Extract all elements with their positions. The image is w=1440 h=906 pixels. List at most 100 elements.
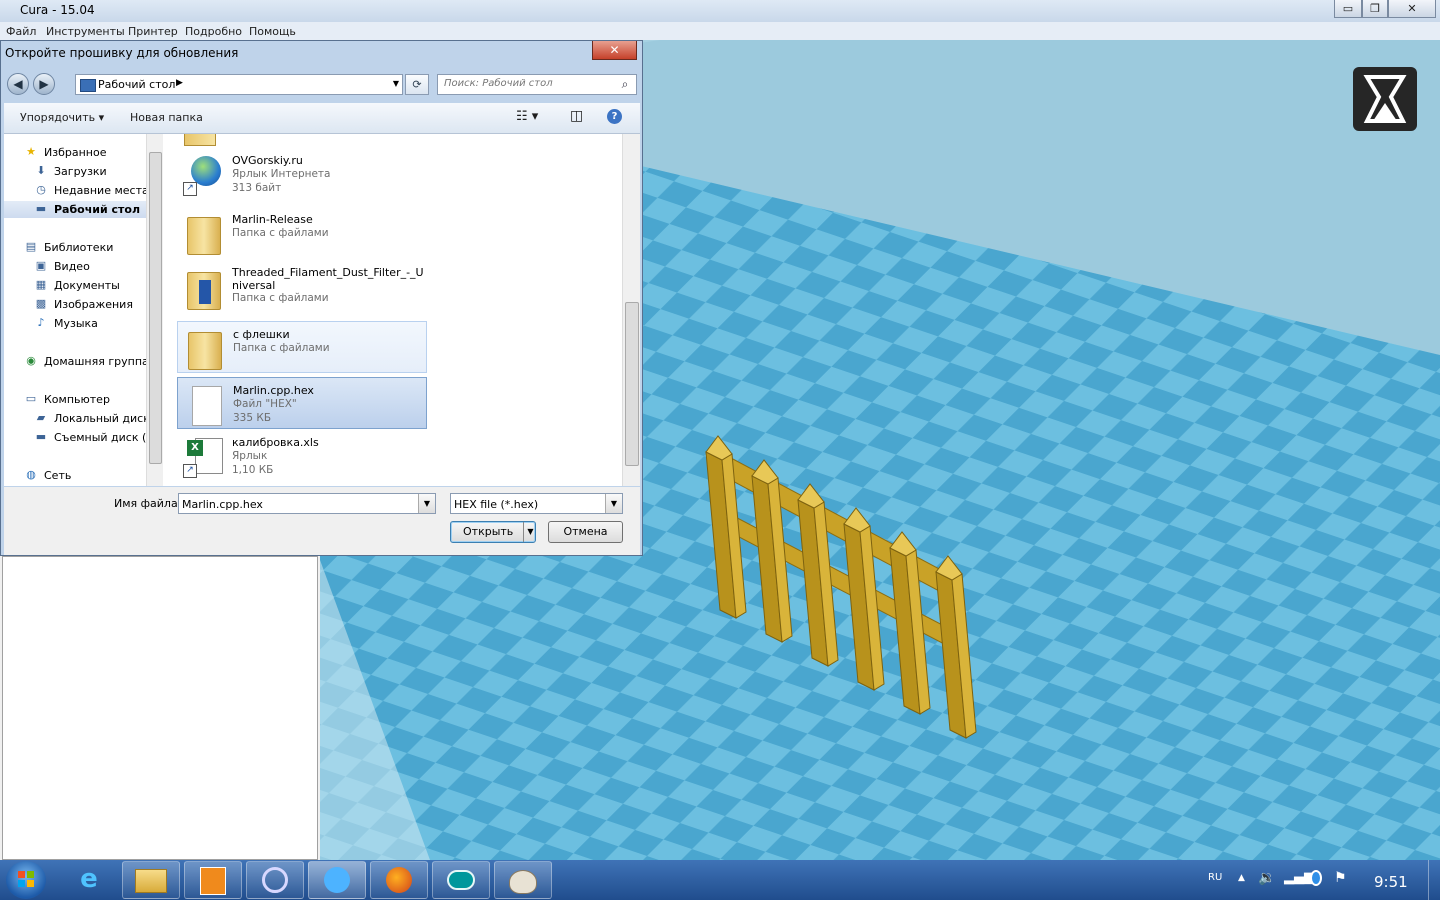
app-icon[interactable] (246, 861, 304, 899)
menu-help[interactable]: Помощь (249, 25, 296, 38)
clock[interactable]: 9:51 (1374, 873, 1408, 891)
volume-icon[interactable]: 🔉 (1258, 870, 1275, 886)
cura-logo-icon[interactable] (1353, 67, 1417, 131)
back-arrow-icon[interactable]: ◀ (7, 73, 29, 95)
minimize-button[interactable]: ▭ (1334, 0, 1362, 18)
media-player-icon[interactable] (184, 861, 242, 899)
navigation-scrollbar[interactable] (146, 134, 163, 486)
filetype-value: HEX file (*.hex) (454, 498, 539, 511)
paint-icon[interactable] (494, 861, 552, 899)
action-center-flag-icon[interactable]: ⚑ (1334, 870, 1347, 886)
menu-expert[interactable]: Подробно (185, 25, 242, 38)
menu-printer[interactable]: Принтер (128, 25, 178, 38)
nav-item-label: Рабочий стол (54, 203, 141, 216)
open-button[interactable]: Открыть ▼ (450, 521, 536, 543)
file-item[interactable]: ↗ OVGorskiy.ru Ярлык Интернета 313 байт (177, 148, 427, 200)
file-item[interactable]: Marlin-Release Папка с файлами (177, 207, 427, 259)
close-button[interactable]: ✕ (1388, 0, 1436, 18)
preview-pane-icon[interactable]: ◫ (570, 108, 583, 124)
arduino-icon[interactable] (432, 861, 490, 899)
desktop-icon: ▬ (35, 202, 47, 215)
nav-item[interactable]: ▰ Локальный диск ( (4, 410, 146, 427)
music-icon: ♪ (37, 316, 45, 329)
computer-icon: ▭ (25, 392, 37, 405)
navigation-scrollbar-thumb[interactable] (149, 152, 162, 464)
start-button[interactable] (6, 861, 46, 899)
documents-icon: ▦ (35, 278, 47, 291)
dialog-close-button[interactable]: ✕ (592, 41, 637, 60)
nav-item[interactable]: ▬ Съемный диск (E: (4, 429, 146, 446)
file-explorer-icon[interactable] (122, 861, 180, 899)
address-text: Рабочий стол (98, 78, 176, 91)
firefox-icon[interactable] (370, 861, 428, 899)
internet-explorer-icon[interactable]: e (60, 861, 118, 899)
nav-item[interactable]: ♪ Музыка (4, 315, 146, 332)
nav-item[interactable]: ▩ Изображения (4, 296, 146, 313)
help-icon[interactable]: ? (607, 109, 622, 124)
nav-item[interactable]: ◷ Недавние места (4, 182, 146, 199)
search-icon[interactable]: ⌕ (614, 75, 636, 94)
file-item[interactable]: Marlin.cpp.hex Файл "HEX" 335 КБ (177, 377, 427, 429)
show-desktop-button[interactable] (1428, 860, 1440, 900)
nav-item[interactable]: ⬇ Загрузки (4, 163, 146, 180)
nav-item[interactable]: ◍ Сеть (4, 467, 146, 484)
search-placeholder: Поиск: Рабочий стол (444, 78, 553, 89)
open-split-dropdown-icon[interactable]: ▼ (523, 522, 537, 542)
new-folder-button[interactable]: Новая папка (130, 111, 203, 124)
filetype-dropdown-icon[interactable]: ▼ (605, 494, 622, 513)
refresh-button[interactable]: ⟳ (405, 74, 429, 95)
recent-places-icon: ◷ (36, 183, 46, 196)
nav-item-label: Загрузки (54, 165, 107, 178)
windows-logo-icon (18, 871, 34, 887)
file-name: Marlin.cpp.hex (233, 384, 314, 397)
filename-input[interactable]: Marlin.cpp.hex ▼ (178, 493, 436, 514)
nav-item-label: Изображения (54, 298, 133, 311)
forward-arrow-icon[interactable]: ▶ (33, 73, 55, 95)
menu-file[interactable]: Файл (6, 25, 36, 38)
navigation-pane: ★ Избранное ⬇ Загрузки ◷ Недавние места ▬ Рабоч… (4, 134, 162, 486)
search-box[interactable]: Поиск: Рабочий стол ⌕ (437, 74, 637, 95)
dialog-title: Откройте прошивку для обновления (5, 46, 239, 60)
folder-icon (183, 213, 223, 255)
file-item[interactable]: X ↗ калибровка.xls Ярлык 1,10 КБ (177, 430, 427, 482)
nav-item[interactable]: ▦ Документы (4, 277, 146, 294)
organize-button[interactable]: Упорядочить ▾ (20, 111, 104, 124)
nav-item[interactable]: ◉ Домашняя группа (4, 353, 146, 370)
menu-bar: Файл Инструменты Принтер Подробно Помощь (0, 22, 1440, 41)
filetype-select[interactable]: HEX file (*.hex) ▼ (450, 493, 623, 514)
filename-label: Имя файла: (114, 497, 182, 510)
file-list-scrollbar[interactable] (622, 134, 640, 486)
file-size: 313 байт (232, 182, 282, 194)
nav-item[interactable]: ★ Избранное (4, 144, 146, 161)
local-disk-icon: ▰ (36, 411, 46, 424)
nav-item[interactable]: ▬ Рабочий стол (4, 201, 146, 218)
taskbar: e ▲ 🔉 ▂▄▆ ⚑ (0, 860, 1440, 900)
address-dropdown-icon[interactable]: ▼ (393, 79, 399, 88)
nav-item[interactable]: ▣ Видео (4, 258, 146, 275)
nav-item[interactable]: ▭ Компьютер (4, 391, 146, 408)
partial-folder-icon[interactable] (184, 134, 216, 146)
nav-item[interactable]: ▤ Библиотеки (4, 239, 146, 256)
nav-item-label: Недавние места (54, 184, 146, 197)
desktop-icon (80, 79, 96, 92)
file-name: Threaded_Filament_Dust_Filter_-_Universa… (232, 266, 424, 292)
breadcrumb-chevron-icon[interactable]: ▶ (176, 78, 183, 88)
nav-item-label: Домашняя группа (44, 355, 146, 368)
view-options-icon[interactable]: ☷ ▾ (516, 109, 538, 124)
file-list-scrollbar-thumb[interactable] (625, 302, 639, 466)
file-item[interactable]: с флешки Папка с файлами (177, 321, 427, 373)
folder-icon (183, 268, 223, 310)
show-hidden-icons-icon[interactable]: ▲ (1238, 873, 1245, 883)
file-size: 1,10 КБ (232, 464, 274, 476)
menu-tools[interactable]: Инструменты (46, 25, 125, 38)
bluetooth-icon[interactable] (1310, 870, 1322, 886)
internet-shortcut-icon: ↗ (183, 154, 223, 196)
maximize-button[interactable]: ❐ (1362, 0, 1388, 18)
address-bar[interactable]: Рабочий стол ▶ ▼ (75, 74, 403, 95)
cura-icon[interactable] (308, 861, 366, 899)
filename-dropdown-icon[interactable]: ▼ (418, 494, 435, 513)
cancel-button[interactable]: Отмена (548, 521, 623, 543)
file-item[interactable]: Threaded_Filament_Dust_Filter_-_Universa… (177, 262, 427, 314)
removable-disk-icon: ▬ (35, 430, 47, 443)
language-indicator[interactable]: RU (1208, 872, 1222, 883)
